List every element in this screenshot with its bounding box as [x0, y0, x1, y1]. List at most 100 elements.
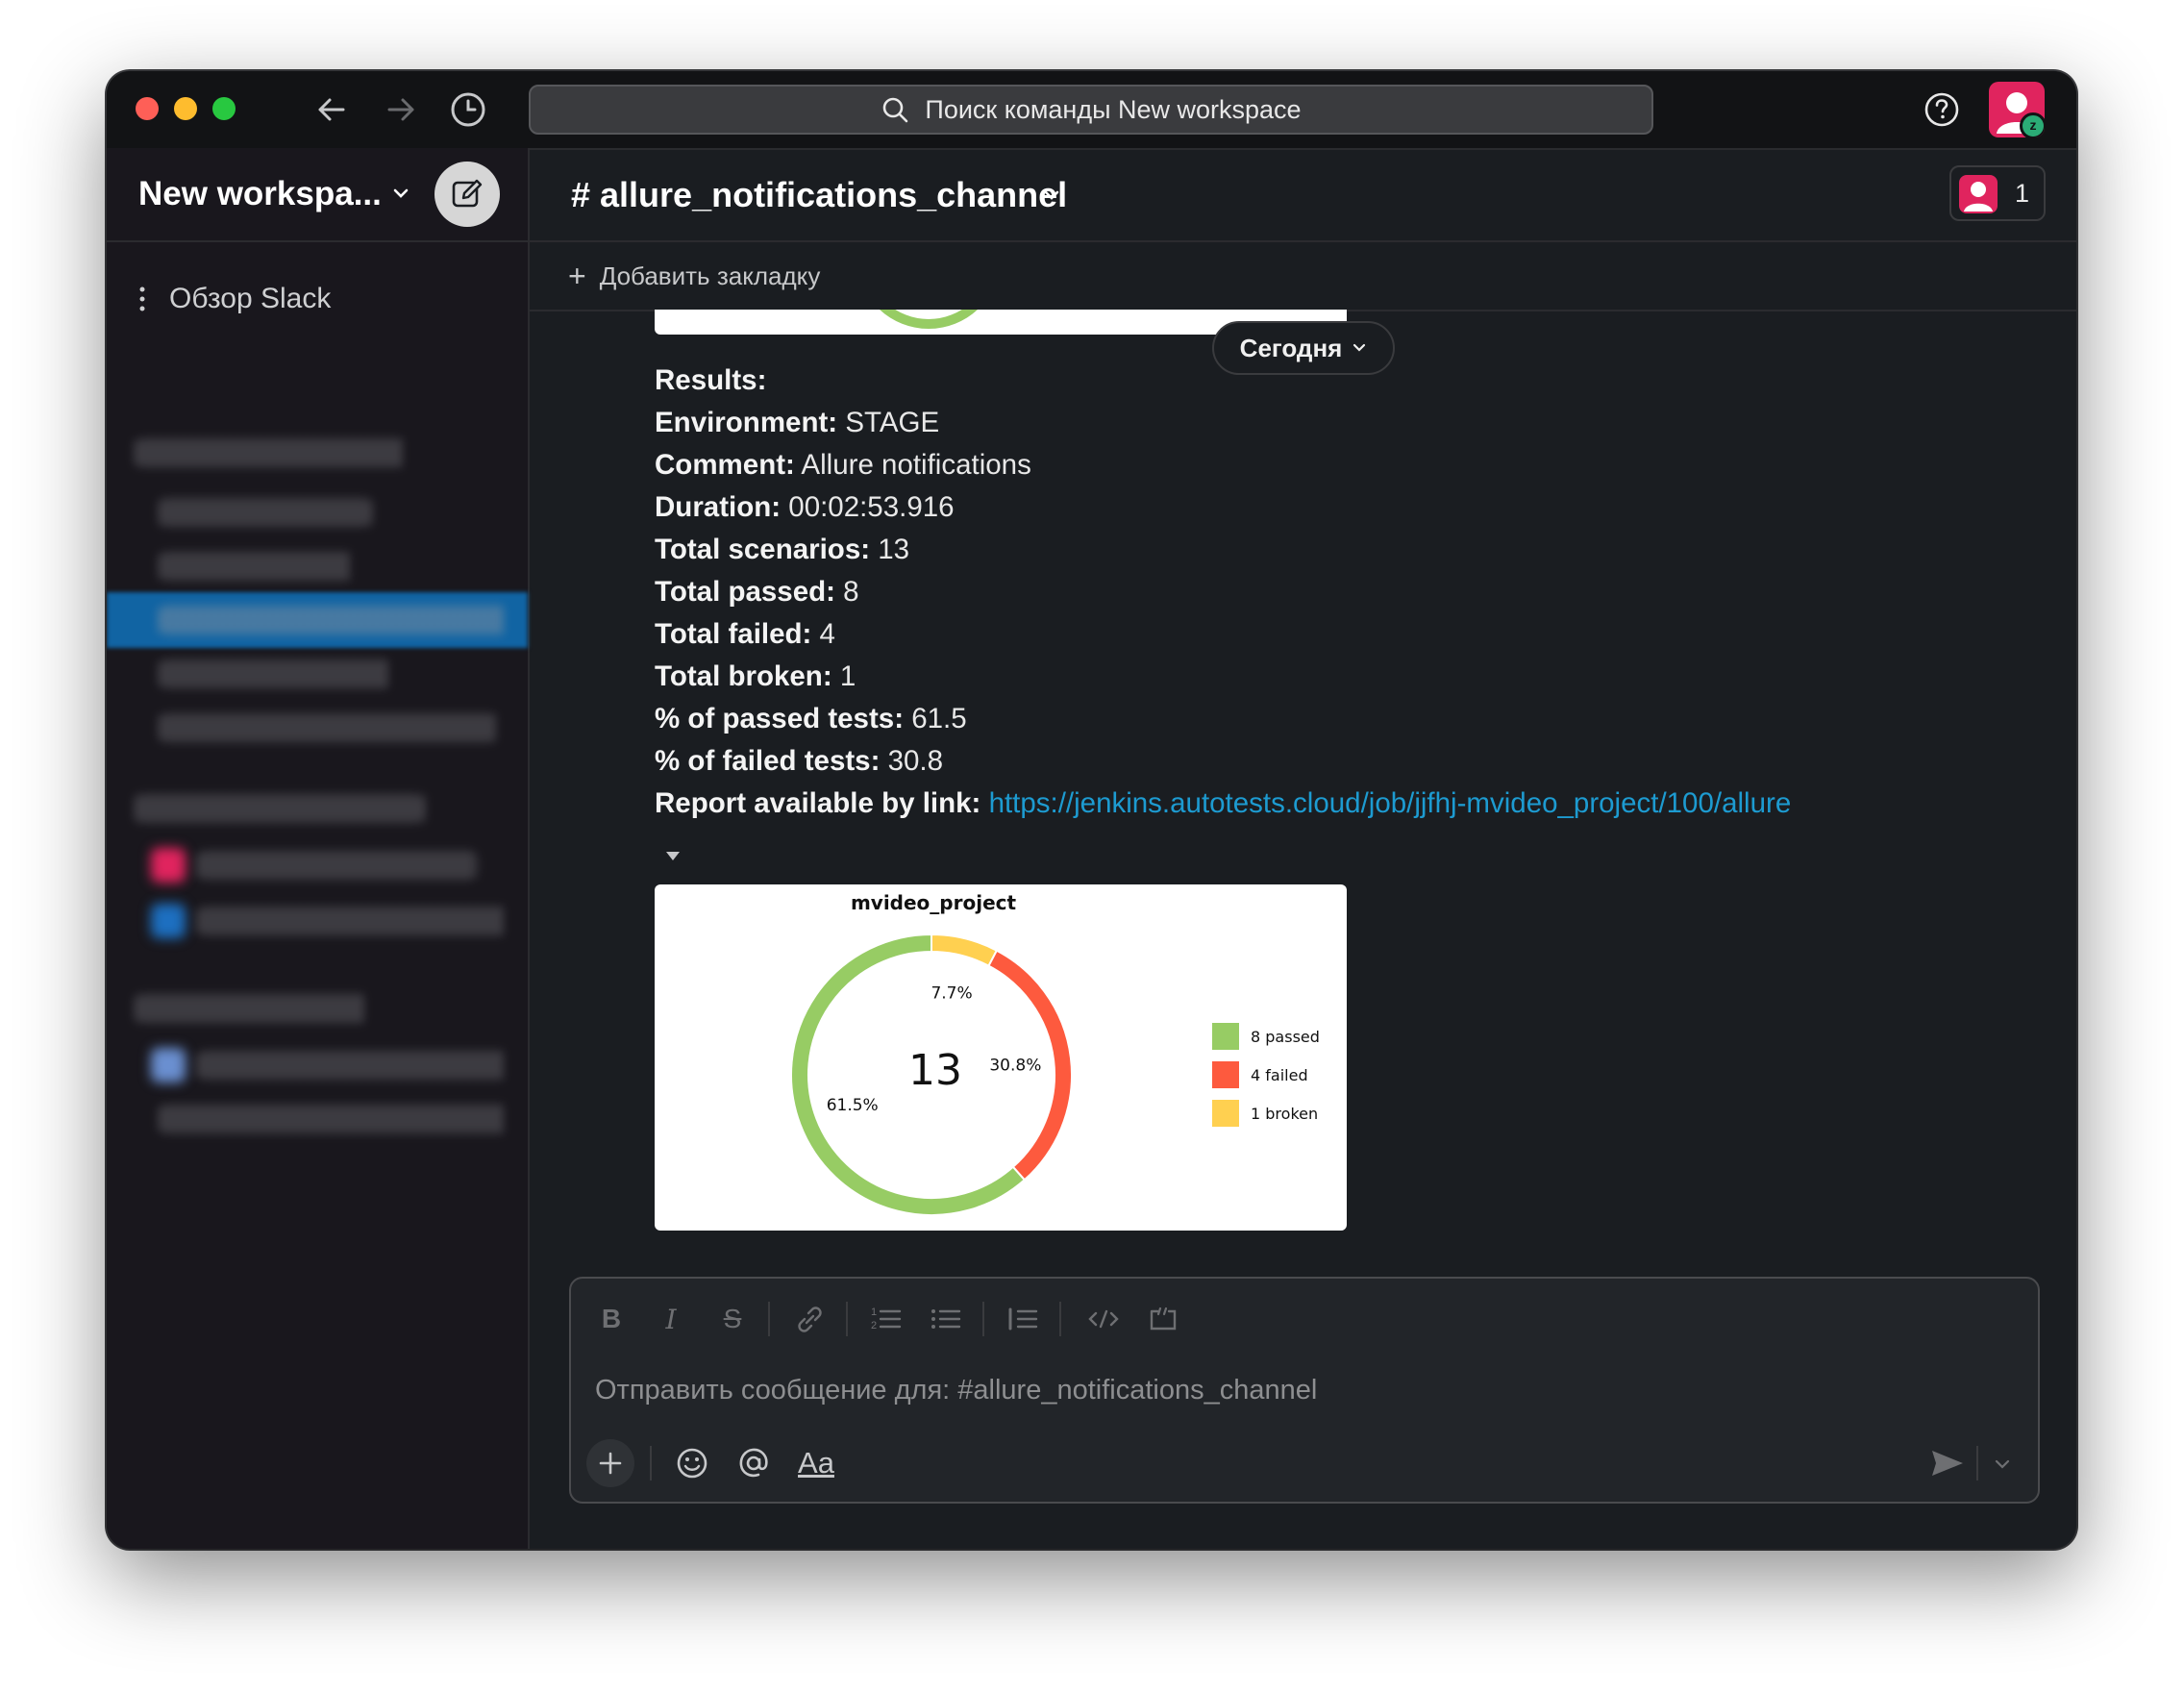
- zoom-window-button[interactable]: [212, 97, 236, 120]
- field-value: 8: [834, 576, 859, 608]
- message-line: % of failed tests: 30.8: [655, 740, 2000, 783]
- message-line: Environment: STAGE: [655, 402, 2000, 444]
- minimize-window-button[interactable]: [174, 97, 197, 120]
- field-value: STAGE: [837, 407, 940, 438]
- redacted-dm-item[interactable]: [198, 851, 477, 880]
- redacted-dm-item[interactable]: [198, 907, 506, 935]
- bold-icon[interactable]: B: [592, 1298, 631, 1340]
- blockquote-icon[interactable]: [1004, 1298, 1042, 1340]
- message-line: Comment: Allure notifications: [655, 444, 2000, 486]
- donut-chart: mvideo_project 13 7.7% 30.8% 61.5% 8 passe…: [790, 891, 1320, 1216]
- send-icon[interactable]: [1926, 1439, 1969, 1487]
- message-line: Total scenarios: 13: [655, 529, 2000, 571]
- legend-swatch: [1212, 1061, 1239, 1088]
- search-bar[interactable]: Поиск команды New workspace: [529, 85, 1653, 135]
- field-label: Total broken:: [655, 660, 832, 692]
- redacted-app-item[interactable]: [198, 1051, 506, 1080]
- compose-button[interactable]: [434, 162, 500, 227]
- sidebar: New workspa... Обзор Slack: [107, 148, 530, 1549]
- composer-placeholder[interactable]: Отправить сообщение для: #allure_notific…: [595, 1375, 1317, 1406]
- back-arrow-icon[interactable]: [310, 88, 353, 131]
- donut-percent-label: 30.8%: [989, 1056, 1041, 1075]
- composer-divider: [1976, 1446, 1978, 1480]
- chart-legend: 8 passed 4 failed 1 broken: [1212, 1023, 1320, 1127]
- chevron-down-icon[interactable]: [390, 183, 411, 204]
- toolbar-divider: [982, 1302, 984, 1336]
- report-label: Report available by link:: [655, 787, 981, 819]
- legend-swatch: [1212, 1023, 1239, 1050]
- search-placeholder: Поиск команды New workspace: [925, 94, 1302, 124]
- field-label: % of passed tests:: [655, 703, 905, 734]
- message-line: Report available by link: https://jenkin…: [655, 783, 2000, 825]
- redacted-active-channel-item[interactable]: [160, 606, 506, 634]
- away-status-icon: z: [2020, 112, 2045, 137]
- message-line: % of passed tests: 61.5: [655, 698, 2000, 740]
- members-button[interactable]: 1: [1949, 165, 2046, 221]
- chevron-down-icon[interactable]: [1041, 185, 1062, 206]
- collapse-attachment-toggle[interactable]: [666, 852, 680, 860]
- chevron-down-icon[interactable]: [1988, 1439, 2017, 1487]
- compose-icon: [452, 179, 483, 208]
- strikethrough-icon[interactable]: S: [713, 1298, 752, 1340]
- message-line: Total broken: 1: [655, 656, 2000, 698]
- message-line: Total failed: 4: [655, 613, 2000, 656]
- redacted-section-header: [136, 794, 424, 823]
- code-icon[interactable]: [1084, 1298, 1123, 1340]
- forward-arrow-icon[interactable]: [380, 88, 422, 131]
- message-composer: B I S 12 Отправить сообщение для: #allur…: [569, 1277, 2040, 1504]
- redacted-app-avatar: [151, 1048, 186, 1082]
- field-value: 61.5: [904, 703, 967, 734]
- redacted-channel-item[interactable]: [160, 498, 371, 527]
- redacted-section-header: [136, 438, 405, 467]
- attach-plus-button[interactable]: [586, 1439, 634, 1487]
- add-bookmark-label: Добавить закладку: [599, 261, 821, 290]
- formatting-toggle[interactable]: Aa: [794, 1439, 838, 1487]
- field-label: Duration:: [655, 491, 782, 523]
- composer-divider: [650, 1446, 652, 1480]
- redacted-app-item[interactable]: [160, 1105, 506, 1133]
- numbered-list-icon[interactable]: 12: [867, 1298, 906, 1340]
- title-bar: Поиск команды New workspace z: [107, 71, 2076, 150]
- field-label: Results:: [655, 364, 767, 396]
- workspace-header: New workspa...: [107, 148, 528, 242]
- channel-name[interactable]: # allure_notifications_channel: [571, 175, 1067, 215]
- redacted-channel-item[interactable]: [160, 659, 390, 688]
- user-avatar-button[interactable]: z: [1989, 82, 2045, 137]
- code-block-icon[interactable]: [1144, 1298, 1182, 1340]
- channel-header: # allure_notifications_channel 1: [530, 148, 2076, 242]
- field-value: 1: [831, 660, 856, 692]
- legend-label: 1 broken: [1251, 1105, 1318, 1123]
- link-icon[interactable]: [790, 1298, 829, 1340]
- message-body: Results: Environment: STAGE Comment: All…: [655, 360, 2000, 825]
- donut-slice-broken: [931, 933, 999, 968]
- field-label: Total scenarios:: [655, 534, 871, 565]
- user-avatar-icon: [1964, 182, 1993, 212]
- slack-overview-label: Обзор Slack: [169, 283, 332, 314]
- close-window-button[interactable]: [136, 97, 159, 120]
- chart-center-label: 13: [908, 1046, 962, 1095]
- mention-icon[interactable]: [734, 1439, 773, 1487]
- emoji-icon[interactable]: [673, 1439, 711, 1487]
- legend-label: 4 failed: [1251, 1066, 1308, 1084]
- field-label: Environment:: [655, 407, 838, 438]
- redacted-dm-avatar: [151, 904, 186, 938]
- bulleted-list-icon[interactable]: [927, 1298, 965, 1340]
- legend-swatch: [1212, 1100, 1239, 1127]
- help-icon[interactable]: [1923, 90, 1961, 129]
- search-icon: [883, 97, 908, 123]
- redacted-channel-item[interactable]: [160, 713, 496, 742]
- add-bookmark-button[interactable]: + Добавить закладку: [530, 242, 2076, 311]
- italic-icon[interactable]: I: [652, 1298, 690, 1340]
- chart-image[interactable]: mvideo_project 13 7.7% 30.8% 61.5% 8 passe…: [655, 884, 1347, 1231]
- history-clock-icon[interactable]: [447, 88, 489, 131]
- report-link[interactable]: https://jenkins.autotests.cloud/job/jjfh…: [989, 787, 1792, 819]
- more-vertical-icon: [139, 286, 145, 311]
- redacted-channel-item[interactable]: [160, 552, 352, 581]
- workspace-name[interactable]: New workspa...: [138, 175, 382, 213]
- chevron-down-icon: [1353, 343, 1366, 352]
- app-window: Поиск команды New workspace z New worksp…: [107, 71, 2076, 1549]
- slack-overview-item[interactable]: Обзор Slack: [138, 283, 331, 315]
- field-label: Comment:: [655, 449, 795, 481]
- toolbar-divider: [846, 1302, 848, 1336]
- svg-text:2: 2: [871, 1320, 877, 1331]
